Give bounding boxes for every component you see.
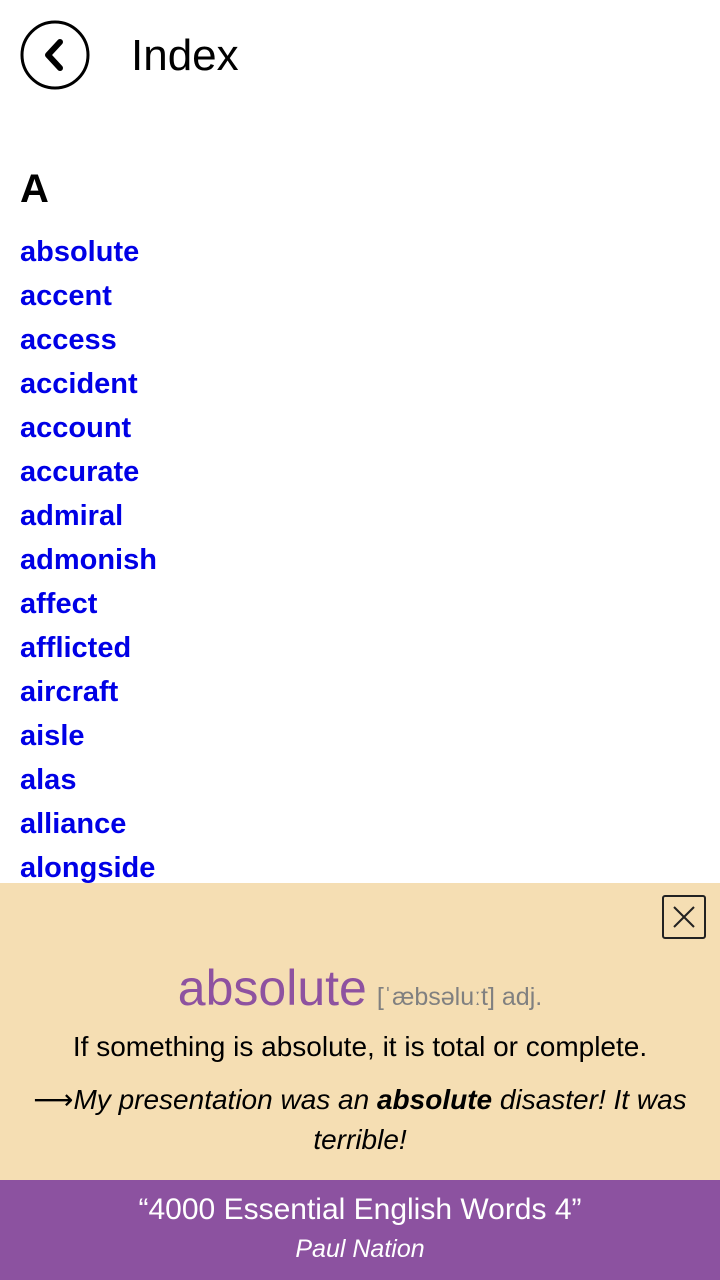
popup-pronunciation: [ˈæbsəluːt] adj. xyxy=(376,983,543,1011)
word-link-afflicted[interactable]: afflicted xyxy=(20,626,157,670)
popup-example: ⟶My presentation was an absolute disaste… xyxy=(30,1080,690,1160)
footer-author: Paul Nation xyxy=(295,1235,425,1263)
word-link-account[interactable]: account xyxy=(20,406,157,450)
word-link-accurate[interactable]: accurate xyxy=(20,450,157,494)
word-link-alliance[interactable]: alliance xyxy=(20,802,157,846)
popup-word-line: absolute [ˈæbsəluːt] adj. xyxy=(0,958,720,1018)
word-link-access[interactable]: access xyxy=(20,318,157,362)
word-link-accident[interactable]: accident xyxy=(20,362,157,406)
word-link-absolute[interactable]: absolute xyxy=(20,230,157,274)
word-link-aisle[interactable]: aisle xyxy=(20,714,157,758)
popup-example-prefix: ⟶My presentation was an xyxy=(33,1084,377,1115)
close-button[interactable] xyxy=(662,895,706,939)
page-title: Index xyxy=(131,31,239,80)
word-link-accent[interactable]: accent xyxy=(20,274,157,318)
footer-book-title: “4000 Essential English Words 4” xyxy=(138,1193,582,1226)
word-link-alas[interactable]: alas xyxy=(20,758,157,802)
page: Index A absolute accent access accident … xyxy=(0,0,720,1280)
word-link-affect[interactable]: affect xyxy=(20,582,157,626)
word-link-aircraft[interactable]: aircraft xyxy=(20,670,157,714)
popup-definition: If something is absolute, it is total or… xyxy=(72,1031,648,1062)
word-link-admiral[interactable]: admiral xyxy=(20,494,157,538)
header: Index xyxy=(0,0,720,112)
chevron-left-icon xyxy=(20,20,90,90)
popup-example-keyword: absolute xyxy=(376,1084,493,1115)
popup-word: absolute xyxy=(177,960,367,1016)
close-icon xyxy=(673,906,695,928)
word-list: absolute accent access accident account … xyxy=(20,230,157,890)
section-letter: A xyxy=(20,167,49,211)
back-button[interactable] xyxy=(20,20,90,90)
footer: “4000 Essential English Words 4” Paul Na… xyxy=(0,1180,720,1280)
word-link-admonish[interactable]: admonish xyxy=(20,538,157,582)
